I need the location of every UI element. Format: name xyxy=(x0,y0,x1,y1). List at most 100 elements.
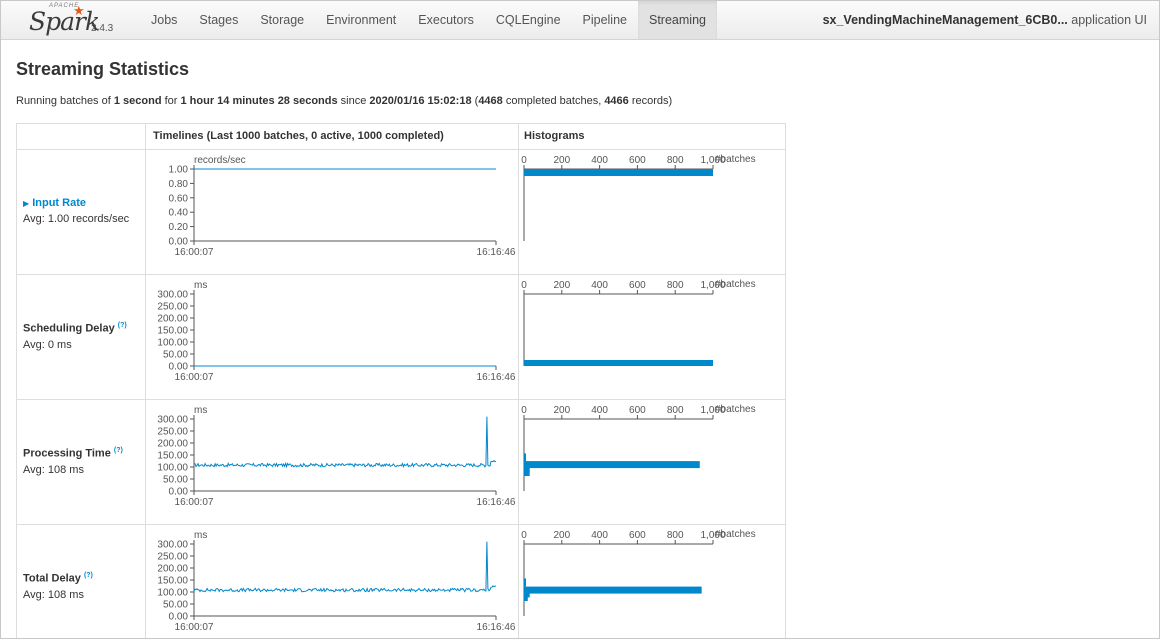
histogram-bar xyxy=(524,453,526,462)
summary-text-5: completed batches, xyxy=(502,95,605,107)
timeline-end-label: 16:16:46 xyxy=(477,497,516,508)
record-count: 4466 xyxy=(604,95,629,107)
histogram-x-tick-label: 0 xyxy=(521,530,527,541)
timeline-y-tick-label: 0.60 xyxy=(169,193,189,204)
timeline-y-tick-label: 50.00 xyxy=(163,350,188,361)
timeline-start-label: 16:00:07 xyxy=(175,497,214,508)
timeline-unit-label: ms xyxy=(194,280,207,291)
tab-cqlengine[interactable]: CQLEngine xyxy=(485,1,572,39)
histogram-x-tick-label: 0 xyxy=(521,405,527,416)
histogram-x-tick-label: 200 xyxy=(553,280,570,291)
histogram-unit-label: #batches xyxy=(715,279,756,290)
timeline-y-tick-label: 100.00 xyxy=(157,588,188,599)
histogram-x-tick-label: 800 xyxy=(667,280,684,291)
tab-stages[interactable]: Stages xyxy=(188,1,249,39)
histogram-x-tick-label: 600 xyxy=(629,155,646,166)
timeline-y-tick-label: 0.00 xyxy=(169,362,189,373)
histogram-bar xyxy=(524,461,700,469)
timeline-y-tick-label: 300.00 xyxy=(157,290,188,301)
spark-logo[interactable]: APACHE Spark ★ 2.4.3 xyxy=(27,3,127,37)
histogram-x-tick-label: 400 xyxy=(591,405,608,416)
timeline-start-label: 16:00:07 xyxy=(175,622,214,633)
stats-table: Timelines (Last 1000 batches, 0 active, … xyxy=(16,123,786,638)
timeline-y-tick-label: 300.00 xyxy=(157,415,188,426)
histogram-x-tick-label: 200 xyxy=(553,155,570,166)
timeline-y-tick-label: 50.00 xyxy=(163,600,188,611)
histogram-unit-label: #batches xyxy=(715,529,756,540)
batch-interval: 1 second xyxy=(113,95,162,107)
tab-jobs[interactable]: Jobs xyxy=(140,1,188,39)
summary-text-2: for xyxy=(161,95,181,107)
timeline-y-tick-label: 0.00 xyxy=(169,612,189,623)
tab-streaming[interactable]: Streaming xyxy=(638,1,717,39)
app-name-suffix: application UI xyxy=(1067,13,1147,27)
histogram-x-tick-label: 800 xyxy=(667,155,684,166)
histogram-x-tick-label: 600 xyxy=(629,280,646,291)
timeline-y-tick-label: 250.00 xyxy=(157,302,188,313)
histogram-x-tick-label: 400 xyxy=(591,155,608,166)
timeline-y-tick-label: 0.40 xyxy=(169,208,189,219)
timeline-unit-label: ms xyxy=(194,405,207,416)
logo-star-icon: ★ xyxy=(73,3,85,18)
histogram-x-tick-label: 600 xyxy=(629,405,646,416)
app-name: sx_VendingMachineManagement_6CB0... appl… xyxy=(823,1,1147,39)
histogram-bar xyxy=(524,586,702,594)
timeline-series-line xyxy=(193,416,497,469)
logo-spark-text: Spark xyxy=(29,7,100,36)
timeline-end-label: 16:16:46 xyxy=(477,247,516,258)
timeline-start-label: 16:00:07 xyxy=(175,247,214,258)
timeline-y-tick-label: 250.00 xyxy=(157,552,188,563)
start-time: 2020/01/16 15:02:18 xyxy=(369,95,472,107)
histogram-bar xyxy=(524,595,528,601)
tab-storage[interactable]: Storage xyxy=(249,1,315,39)
timeline-y-tick-label: 200.00 xyxy=(157,439,188,450)
timeline-y-tick-label: 150.00 xyxy=(157,326,188,337)
histogram-bar xyxy=(524,360,713,366)
timeline-y-tick-label: 250.00 xyxy=(157,427,188,438)
page-title: Streaming Statistics xyxy=(16,59,190,79)
histogram-x-tick-label: 0 xyxy=(521,155,527,166)
timeline-y-tick-label: 0.80 xyxy=(169,179,189,190)
histogram-x-tick-label: 800 xyxy=(667,530,684,541)
histogram-x-tick-label: 400 xyxy=(591,530,608,541)
timeline-y-tick-label: 200.00 xyxy=(157,314,188,325)
histogram-x-tick-label: 800 xyxy=(667,405,684,416)
summary-text-1: Running batches of xyxy=(16,95,114,107)
histogram-x-tick-label: 200 xyxy=(553,405,570,416)
timeline-y-tick-label: 300.00 xyxy=(157,540,188,551)
timeline-unit-label: records/sec xyxy=(194,155,246,166)
histogram-unit-label: #batches xyxy=(715,154,756,165)
navbar: APACHE Spark ★ 2.4.3 Jobs Stages Storage… xyxy=(1,1,1159,40)
tab-pipeline[interactable]: Pipeline xyxy=(572,1,638,39)
timeline-y-tick-label: 150.00 xyxy=(157,451,188,462)
timeline-end-label: 16:16:46 xyxy=(477,372,516,383)
timeline-y-tick-label: 150.00 xyxy=(157,576,188,587)
summary-text-6: records) xyxy=(628,95,673,107)
summary-line: Running batches of 1 second for 1 hour 1… xyxy=(16,95,672,107)
tab-executors[interactable]: Executors xyxy=(407,1,485,39)
timeline-y-tick-label: 100.00 xyxy=(157,463,188,474)
histogram-x-tick-label: 0 xyxy=(521,280,527,291)
completed-batches: 4468 xyxy=(478,95,503,107)
summary-text-3: since xyxy=(337,95,370,107)
histogram-x-tick-label: 600 xyxy=(629,530,646,541)
timeline-y-tick-label: 0.00 xyxy=(169,487,189,498)
timeline-y-tick-label: 1.00 xyxy=(169,165,189,176)
timeline-y-tick-label: 0.00 xyxy=(169,237,189,248)
nav-tabs: Jobs Stages Storage Environment Executor… xyxy=(140,1,717,39)
histogram-bar xyxy=(524,470,530,476)
app-name-strong: sx_VendingMachineManagement_6CB0... xyxy=(822,13,1068,27)
timeline-start-label: 16:00:07 xyxy=(175,372,214,383)
timeline-end-label: 16:16:46 xyxy=(477,622,516,633)
tab-environment[interactable]: Environment xyxy=(315,1,407,39)
histogram-bar xyxy=(524,578,526,587)
timeline-y-tick-label: 50.00 xyxy=(163,475,188,486)
timeline-y-tick-label: 100.00 xyxy=(157,338,188,349)
histogram-x-tick-label: 400 xyxy=(591,280,608,291)
charts-layer: records/sec1.000.800.600.400.200.0016:00… xyxy=(157,154,756,633)
timeline-series-line xyxy=(193,541,497,593)
histogram-unit-label: #batches xyxy=(715,404,756,415)
spark-version: 2.4.3 xyxy=(91,23,114,34)
timeline-y-tick-label: 0.20 xyxy=(169,222,189,233)
timeline-y-tick-label: 200.00 xyxy=(157,564,188,575)
